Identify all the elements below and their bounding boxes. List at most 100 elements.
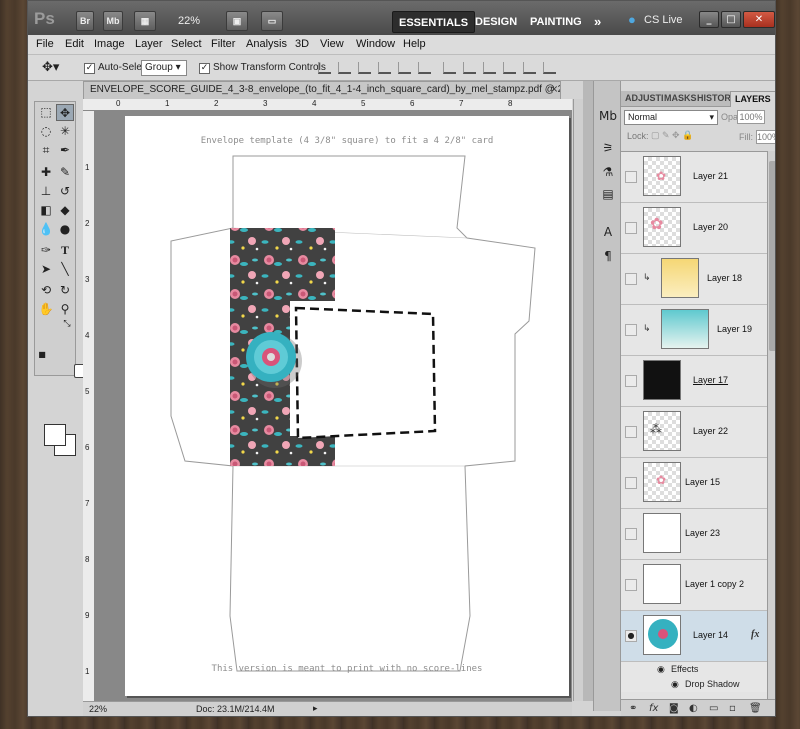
crop-tool-icon[interactable]: ⌗ [37, 142, 55, 159]
layer-name[interactable]: Layer 19 [717, 324, 752, 334]
drop-shadow-row[interactable]: ◉ Drop Shadow [621, 677, 767, 692]
add-style-icon[interactable]: fx [649, 703, 658, 714]
status-zoom[interactable]: 22% [89, 704, 107, 714]
swap-colors-icon[interactable]: ⤡ [62, 316, 72, 333]
lasso-tool-icon[interactable]: ◌ [37, 123, 55, 140]
opacity-field[interactable]: 100% [737, 110, 765, 124]
menu-view[interactable]: View [320, 38, 344, 50]
layer-effects-icon[interactable]: fx [751, 629, 759, 640]
auto-select-dropdown[interactable]: Group ▾ [141, 60, 187, 76]
menu-file[interactable]: File [36, 38, 54, 50]
visibility-toggle[interactable] [625, 477, 637, 489]
new-group-icon[interactable]: ▭ [709, 703, 718, 714]
marquee-tool-icon[interactable]: ⬚ [37, 104, 55, 121]
visibility-toggle[interactable] [625, 375, 637, 387]
layer-name[interactable]: Layer 20 [693, 222, 728, 232]
3d-rotate-tool-icon[interactable]: ⟲ [37, 282, 55, 299]
layer-name[interactable]: Layer 23 [685, 528, 720, 538]
menu-3d[interactable]: 3D [295, 38, 309, 50]
pen-tool-icon[interactable]: ✑ [37, 242, 55, 259]
hand-tool-icon[interactable]: ✋ [37, 301, 55, 318]
distribute-bottom-icon[interactable] [483, 62, 496, 74]
close-icon[interactable]: ✕ [743, 11, 775, 28]
eye-icon[interactable]: ◉ [671, 679, 679, 690]
eye-icon[interactable]: ◉ [657, 664, 665, 675]
visibility-toggle[interactable] [625, 324, 637, 336]
move-tool-preset-icon[interactable]: ✥▾ [42, 59, 59, 75]
workspace-design[interactable]: DESIGN [469, 11, 523, 33]
align-vcenter-icon[interactable] [338, 62, 351, 74]
align-left-icon[interactable] [378, 62, 391, 74]
arrange-documents-icon[interactable]: ▣ [226, 11, 248, 31]
quick-select-tool-icon[interactable]: ✳ [56, 123, 74, 140]
cslive-icon[interactable]: ● [628, 12, 636, 27]
show-transform-checkbox[interactable]: ✓ [199, 63, 210, 74]
visibility-toggle[interactable] [625, 579, 637, 591]
maximize-icon[interactable]: □ [721, 11, 741, 28]
add-mask-icon[interactable]: ◙ [669, 703, 679, 714]
tab-masks[interactable]: MASKS [664, 93, 697, 103]
layer-row[interactable]: ✿ Layer 20 [621, 203, 767, 254]
workspace-essentials[interactable]: ESSENTIALS [392, 11, 476, 33]
paint-bucket-tool-icon[interactable]: ◆ [56, 202, 74, 219]
menu-help[interactable]: Help [403, 38, 426, 50]
layer-row[interactable]: Layer 23 [621, 509, 767, 560]
scrollbar-thumb[interactable] [769, 161, 775, 351]
paragraph-panel-icon[interactable]: ¶ [598, 247, 618, 265]
history-brush-tool-icon[interactable]: ↺ [56, 183, 74, 200]
align-hcenter-icon[interactable] [398, 62, 411, 74]
menu-window[interactable]: Window [356, 38, 395, 50]
distribute-hcenter-icon[interactable] [523, 62, 536, 74]
menu-select[interactable]: Select [171, 38, 202, 50]
healing-brush-tool-icon[interactable]: ✚ [37, 164, 55, 181]
type-tool-icon[interactable]: T [56, 242, 74, 259]
auto-select-checkbox[interactable]: ✓ [84, 63, 95, 74]
bridge-launch-button[interactable]: Br [76, 11, 94, 31]
distribute-vcenter-icon[interactable] [463, 62, 476, 74]
brush-tool-icon[interactable]: ✎ [56, 164, 74, 181]
zoom-level[interactable]: 22% [178, 15, 200, 27]
layer-row[interactable]: Layer 17 [621, 356, 767, 407]
visibility-toggle[interactable] [625, 171, 637, 183]
menu-image[interactable]: Image [94, 38, 125, 50]
tab-layers[interactable]: LAYERS [730, 91, 775, 107]
layer-row[interactable]: Layer 1 copy 2 [621, 560, 767, 611]
minibridge-launch-button[interactable]: Mb [103, 11, 123, 31]
canvas-area[interactable]: Envelope template (4 3/8" square) to fit… [95, 111, 572, 701]
menu-edit[interactable]: Edit [65, 38, 84, 50]
canvas-vertical-scrollbar[interactable] [573, 99, 583, 701]
visibility-toggle[interactable] [625, 528, 637, 540]
align-top-icon[interactable] [318, 62, 331, 74]
move-tool-icon[interactable]: ✥ [56, 104, 74, 121]
tab-history[interactable]: HISTOR [697, 93, 731, 103]
blur-tool-icon[interactable]: 💧 [37, 221, 55, 238]
delete-layer-icon[interactable]: 🗑 [749, 703, 762, 714]
eyedropper-tool-icon[interactable]: ✒ [56, 142, 74, 159]
document-tab[interactable]: ENVELOPE_SCORE_GUIDE_4_3-8_envelope_(to_… [83, 81, 561, 99]
dodge-tool-icon[interactable]: ● [56, 221, 74, 238]
layer-row[interactable]: ✿ Layer 15 [621, 458, 767, 509]
new-layer-icon[interactable]: ▫ [729, 703, 736, 714]
panel-collapse-strip[interactable] [583, 81, 593, 701]
tab-adjustments[interactable]: ADJUSTI [625, 93, 664, 103]
fill-field[interactable]: 100% [756, 130, 775, 144]
clone-stamp-tool-icon[interactable]: ⊥ [37, 183, 55, 200]
layer-row[interactable]: ⁂ Layer 22 [621, 407, 767, 458]
document-close-icon[interactable]: × [550, 84, 558, 95]
clone-source-icon[interactable]: ⚗ [598, 163, 618, 181]
lock-icons[interactable]: ▢ ✎ ✥ 🔒 [651, 130, 693, 141]
brush-presets-icon[interactable]: ⚞ [598, 139, 618, 157]
line-tool-icon[interactable]: ╲ [56, 261, 74, 278]
layer-name[interactable]: Layer 15 [685, 477, 720, 487]
menu-analysis[interactable]: Analysis [246, 38, 287, 50]
minibridge-panel-icon[interactable]: Mb [598, 107, 618, 125]
layer-row[interactable]: ✿ Layer 21 [621, 152, 767, 203]
adjustment-layer-icon[interactable]: ◐ [689, 703, 698, 714]
distribute-left-icon[interactable] [503, 62, 516, 74]
layer-name[interactable]: Layer 1 copy 2 [685, 579, 744, 589]
visibility-toggle[interactable] [625, 273, 637, 285]
layers-scrollbar[interactable] [767, 151, 775, 699]
layer-name[interactable]: Layer 17 [693, 375, 728, 385]
foreground-color-swatch[interactable] [44, 424, 66, 446]
blend-mode-dropdown[interactable]: Normal ▾ [624, 110, 718, 125]
